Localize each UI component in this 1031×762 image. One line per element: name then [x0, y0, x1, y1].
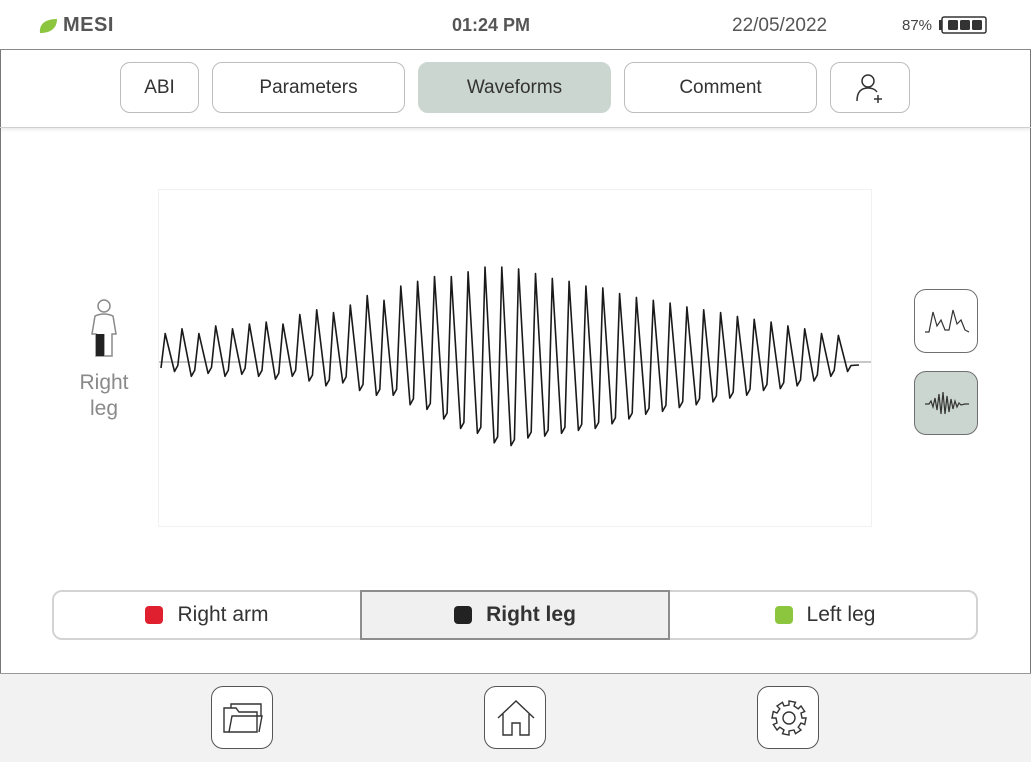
status-time: 01:24 PM — [452, 15, 531, 35]
limb-label-line2: leg — [89, 397, 119, 420]
status-bar: MESI 01:24 PM 22/05/2022 87% — [0, 0, 1031, 50]
tab-parameters[interactable]: Parameters — [212, 62, 405, 113]
oscillometric-view-button[interactable] — [914, 371, 978, 435]
battery-percentage: 87% — [902, 16, 933, 34]
gear-icon — [771, 700, 807, 736]
tab-comment[interactable]: Comment — [624, 62, 817, 113]
channel-label: Right leg — [486, 603, 576, 626]
brand-logo: MESI — [38, 14, 114, 37]
battery-icon — [939, 16, 987, 34]
home-button[interactable] — [484, 686, 546, 749]
channel-label: Left leg — [806, 603, 876, 626]
waveform-series-right-leg — [160, 266, 860, 447]
body-figure-icon — [91, 299, 117, 357]
oscillometric-waveform-icon — [925, 391, 969, 415]
folder-icon — [223, 703, 263, 733]
waveform-chart — [158, 189, 872, 527]
pulse-waveform-icon — [925, 309, 970, 333]
measured-limb-indicator: Right leg — [62, 298, 146, 422]
waveform-plot — [159, 266, 871, 447]
settings-button[interactable] — [757, 686, 819, 749]
tab-abi[interactable]: ABI — [120, 62, 199, 113]
channel-label: Right arm — [177, 603, 269, 626]
leaf-logo-icon — [39, 18, 57, 33]
brand-name: MESI — [63, 14, 114, 36]
channel-selector: Right arm Right leg Left leg — [52, 590, 978, 640]
limb-label-line1: Right — [79, 371, 129, 394]
bottom-nav-bar — [0, 673, 1031, 762]
channel-right-arm[interactable]: Right arm — [52, 590, 362, 640]
add-person-icon — [856, 73, 882, 103]
channel-right-leg[interactable]: Right leg — [360, 590, 670, 640]
channel-left-leg[interactable]: Left leg — [670, 590, 980, 640]
pulse-view-button[interactable] — [914, 289, 978, 353]
right-arm-color-swatch — [145, 606, 164, 624]
add-patient-button[interactable] — [830, 62, 910, 113]
right-leg-color-swatch — [454, 606, 473, 624]
status-date: 22/05/2022 — [732, 15, 828, 36]
left-leg-color-swatch — [774, 606, 793, 624]
home-icon — [497, 700, 535, 736]
tab-bar: ABI Parameters Waveforms Comment — [0, 50, 1031, 128]
folder-button[interactable] — [211, 686, 273, 749]
tab-waveforms[interactable]: Waveforms — [418, 62, 611, 113]
battery-indicator: 87% — [902, 16, 988, 34]
